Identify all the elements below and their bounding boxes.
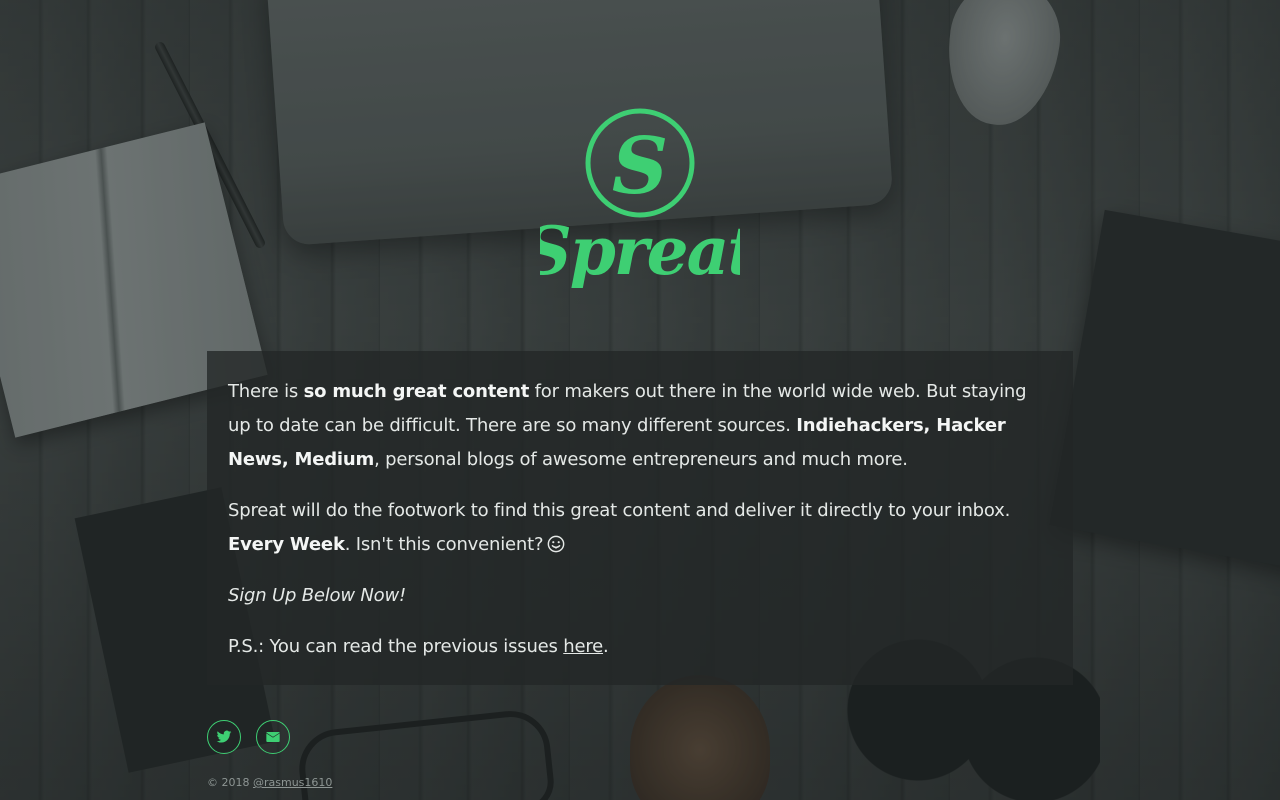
intro-text: P.S.: You can read the previous issues <box>228 636 564 657</box>
logo-wordmark: Spreat <box>540 212 740 290</box>
spreat-logo-mark: S Spreat <box>524 108 759 290</box>
spreat-logo: S Spreat <box>524 108 759 298</box>
twitter-icon <box>216 730 232 743</box>
intro-text: . <box>603 636 609 657</box>
signup-prompt: Sign Up Below Now! <box>228 579 1052 613</box>
email-button[interactable] <box>256 720 290 754</box>
logo-letter: S <box>612 121 668 212</box>
intro-highlight: so much great content <box>303 381 530 402</box>
smiling-tongue-emoji-icon <box>547 535 565 553</box>
twitter-button[interactable] <box>207 720 241 754</box>
envelope-icon <box>266 731 280 742</box>
intro-paragraph-2: Spreat will do the footwork to find this… <box>228 494 1052 562</box>
intro-paragraph-1: There is so much great content for maker… <box>228 375 1052 477</box>
intro-text: . Isn't this convenient? <box>344 534 544 555</box>
intro-panel: There is so much great content for maker… <box>207 351 1073 685</box>
footer: © 2018 @rasmus1610 <box>207 776 332 789</box>
author-twitter-link[interactable]: @rasmus1610 <box>253 776 332 789</box>
intro-paragraph-4: P.S.: You can read the previous issues h… <box>228 630 1052 664</box>
intro-text: , personal blogs of awesome entrepreneur… <box>374 449 908 470</box>
frequency-highlight: Every Week <box>228 534 345 555</box>
copyright-text: © 2018 <box>207 776 253 789</box>
intro-text: There is <box>228 381 304 402</box>
previous-issues-link[interactable]: here <box>563 636 603 657</box>
signup-prompt-text: Sign Up Below Now! <box>228 585 406 606</box>
intro-text: Spreat will do the footwork to find this… <box>228 500 1011 521</box>
